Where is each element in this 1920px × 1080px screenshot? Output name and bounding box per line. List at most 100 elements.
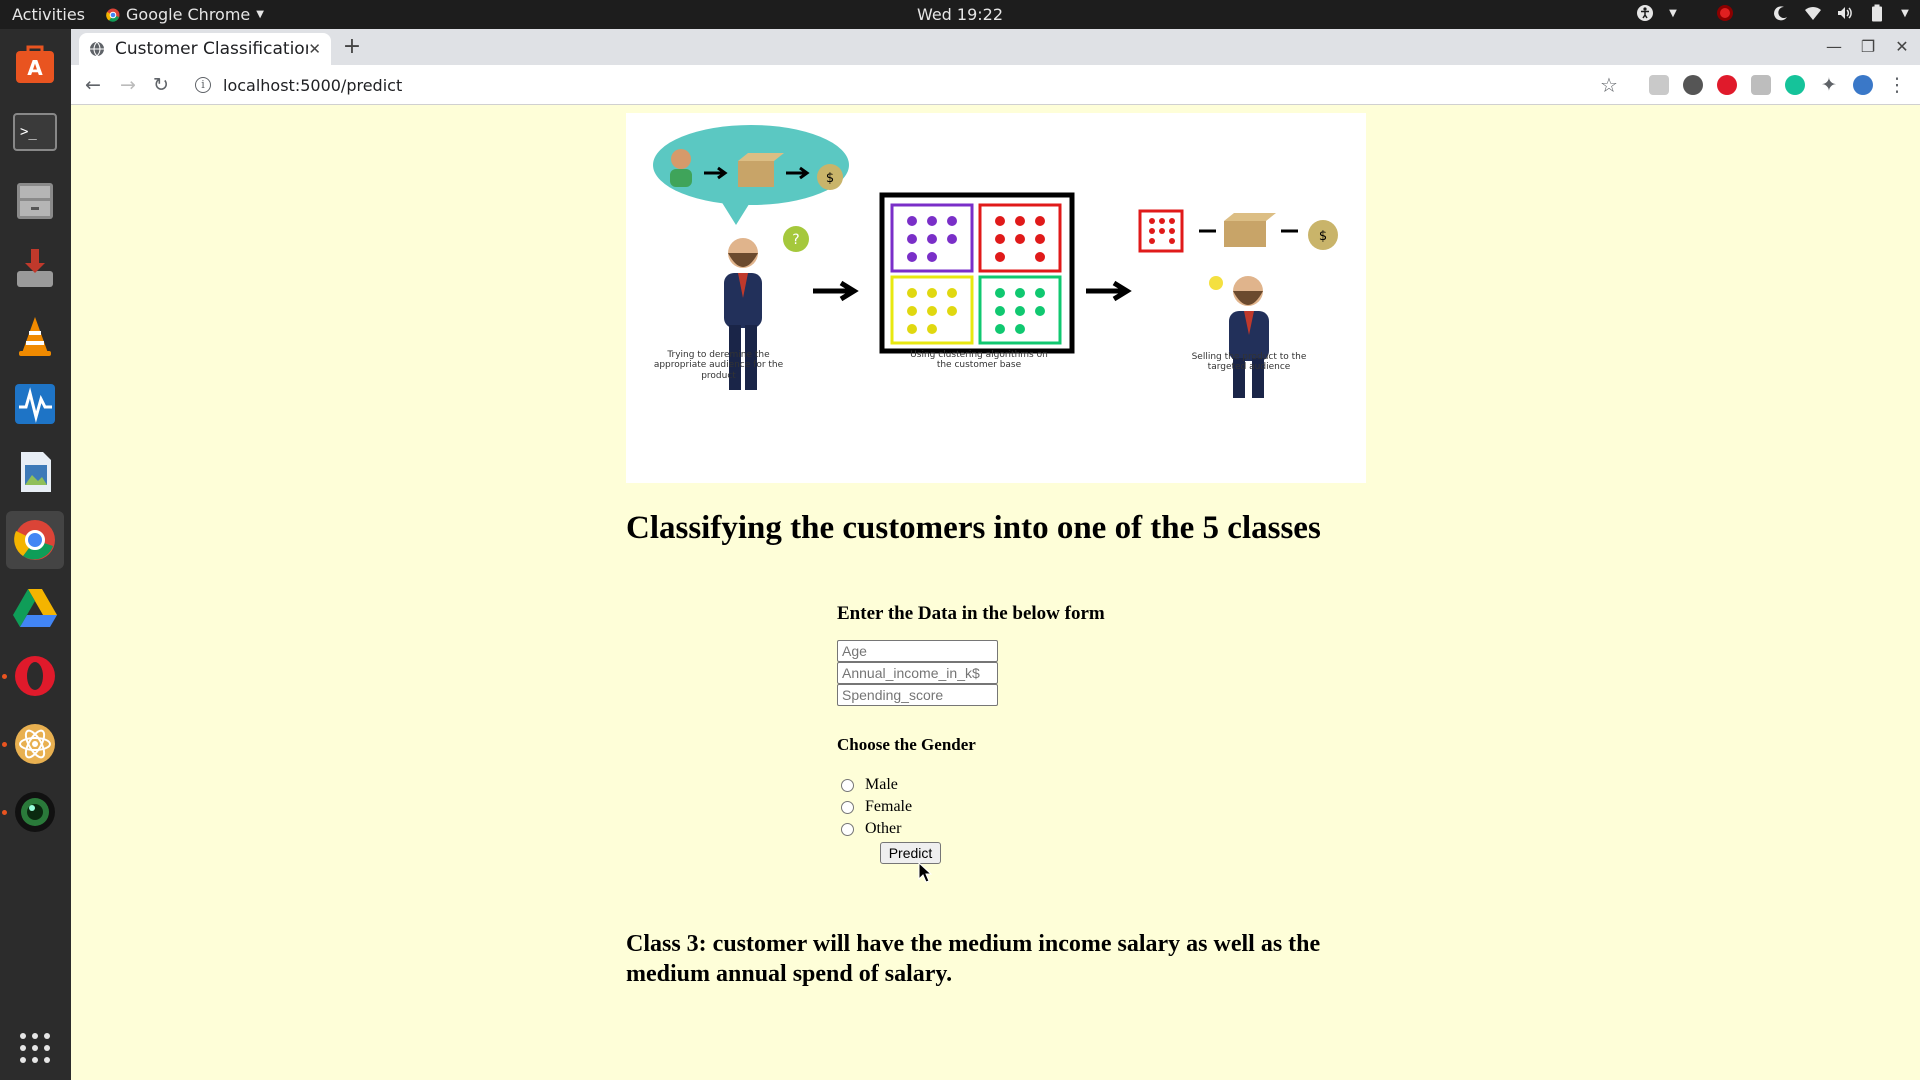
restore-button[interactable]: ❐	[1854, 35, 1882, 59]
chevron-down-icon: ▼	[256, 9, 264, 20]
grammarly-icon[interactable]	[1785, 75, 1805, 95]
new-tab-button[interactable]: +	[339, 35, 365, 61]
wifi-icon[interactable]	[1804, 4, 1822, 22]
other-radio[interactable]	[841, 822, 854, 836]
male-label: Male	[865, 776, 898, 793]
prediction-result: Class 3: customer will have the medium i…	[626, 931, 1321, 987]
chrome-small-icon	[106, 8, 120, 22]
dock: A >_	[0, 29, 71, 1080]
customer-segmentation-illustration: $ ? $	[653, 125, 1338, 398]
battery-icon[interactable]	[1868, 4, 1886, 22]
google-drive-icon	[13, 589, 57, 627]
terminal-launcher[interactable]: >_	[6, 103, 64, 161]
minimize-button[interactable]: —	[1820, 35, 1848, 59]
back-button[interactable]: ←	[81, 73, 105, 97]
tab-customer-classification[interactable]: Customer Classification ✕	[79, 33, 331, 65]
male-radio[interactable]	[841, 778, 854, 792]
svg-text:?: ?	[792, 232, 799, 248]
opera-icon	[15, 656, 55, 696]
gender-option-male[interactable]: Male	[841, 776, 898, 794]
camera-launcher[interactable]	[6, 783, 64, 841]
installer-launcher[interactable]	[6, 239, 64, 297]
accessibility-icon[interactable]	[1636, 4, 1654, 22]
vlc-launcher[interactable]	[6, 307, 64, 365]
hero-illustration: $ ? $ Trying to deremine the appropriate…	[626, 113, 1366, 483]
show-applications-button[interactable]	[6, 1019, 64, 1077]
svg-text:>_: >_	[20, 124, 37, 140]
clock[interactable]: Wed 19:22	[917, 5, 1003, 24]
forward-button[interactable]: →	[116, 73, 140, 97]
atom-launcher[interactable]	[6, 715, 64, 773]
profile-avatar[interactable]	[1853, 75, 1873, 95]
app-menu-label: Google Chrome	[126, 5, 251, 24]
software-center-icon: A	[16, 45, 54, 83]
menu-kebab-icon[interactable]: ⋮	[1885, 73, 1909, 97]
gender-option-female[interactable]: Female	[841, 798, 912, 816]
page-content: $ ? $ Trying to deremine the appropriate…	[71, 106, 1920, 1080]
system-top-bar: Activities Google Chrome ▼ Wed 19:22 ▼ ▼	[0, 0, 1920, 29]
extension-1-icon[interactable]	[1649, 75, 1669, 95]
svg-text:$: $	[1319, 229, 1327, 244]
gender-option-other[interactable]: Other	[841, 820, 901, 838]
reload-button[interactable]: ↻	[149, 73, 173, 97]
running-indicator	[2, 674, 7, 679]
terminal-icon: >_	[13, 113, 57, 151]
monitor-launcher[interactable]	[6, 375, 64, 433]
form-title: Enter the Data in the below form	[837, 603, 1105, 624]
predict-button[interactable]: Predict	[880, 842, 941, 864]
software-center-launcher[interactable]: A	[6, 35, 64, 93]
extension-3-icon[interactable]	[1717, 75, 1737, 95]
hero-caption-2: Using clustering algorithms on the custo…	[910, 350, 1048, 371]
system-tray[interactable]: ▼ ▼	[1636, 4, 1910, 22]
browser-toolbar: ← → ↻ i localhost:5000/predict ☆ ✦ ⋮	[71, 65, 1920, 105]
running-indicator	[2, 742, 7, 747]
svg-text:A: A	[27, 56, 43, 80]
system-monitor-icon	[15, 384, 55, 424]
download-drive-icon	[17, 249, 53, 287]
tab-title: Customer Classification	[115, 39, 309, 59]
other-label: Other	[865, 820, 902, 837]
spending-score-input[interactable]	[837, 684, 998, 706]
address-bar[interactable]: i localhost:5000/predict	[183, 70, 1698, 100]
image-viewer-icon	[21, 452, 51, 492]
app-menu[interactable]: Google Chrome ▼	[106, 5, 264, 24]
gender-title: Choose the Gender	[837, 735, 976, 754]
extension-4-icon[interactable]	[1751, 75, 1771, 95]
info-icon[interactable]: i	[195, 77, 211, 93]
files-launcher[interactable]	[6, 171, 64, 229]
file-cabinet-icon	[17, 183, 53, 219]
running-indicator	[2, 810, 7, 815]
chevron-down-icon[interactable]: ▼	[1900, 4, 1910, 22]
female-label: Female	[865, 798, 913, 815]
hero-caption-3: Selling the product to the targeted audi…	[1191, 352, 1307, 373]
app-grid-icon	[20, 1033, 50, 1063]
female-radio[interactable]	[841, 800, 854, 814]
close-window-button[interactable]: ✕	[1888, 35, 1916, 59]
record-indicator-icon[interactable]	[1716, 4, 1734, 22]
volume-icon[interactable]	[1836, 4, 1854, 22]
page-heading: Classifying the customers into one of th…	[626, 510, 1321, 546]
atom-icon	[15, 724, 55, 764]
hero-caption-1: Trying to deremine the appropriate audie…	[653, 350, 784, 381]
tab-strip: Customer Classification ✕ + — ❐ ✕	[71, 29, 1920, 65]
globe-icon	[90, 41, 104, 57]
browser-window: Customer Classification ✕ + — ❐ ✕ ← → ↻ …	[71, 29, 1920, 1080]
opera-launcher[interactable]	[6, 647, 64, 705]
night-light-icon[interactable]	[1772, 4, 1790, 22]
bookmark-star-icon[interactable]: ☆	[1597, 73, 1621, 97]
annual-income-input[interactable]	[837, 662, 998, 684]
url-text: localhost:5000/predict	[223, 75, 403, 95]
age-input[interactable]	[837, 640, 998, 662]
close-tab-icon[interactable]: ✕	[308, 40, 321, 58]
extensions-puzzle-icon[interactable]: ✦	[1817, 73, 1841, 97]
extension-2-icon[interactable]	[1683, 75, 1703, 95]
drive-launcher[interactable]	[6, 579, 64, 637]
image-viewer-launcher[interactable]	[6, 443, 64, 501]
vlc-cone-icon	[19, 317, 51, 356]
chevron-down-icon[interactable]: ▼	[1668, 4, 1678, 22]
activities-button[interactable]: Activities	[12, 5, 85, 24]
webcam-icon	[15, 792, 55, 832]
svg-text:$: $	[826, 171, 834, 186]
chrome-icon	[14, 520, 55, 560]
chrome-launcher[interactable]	[6, 511, 64, 569]
